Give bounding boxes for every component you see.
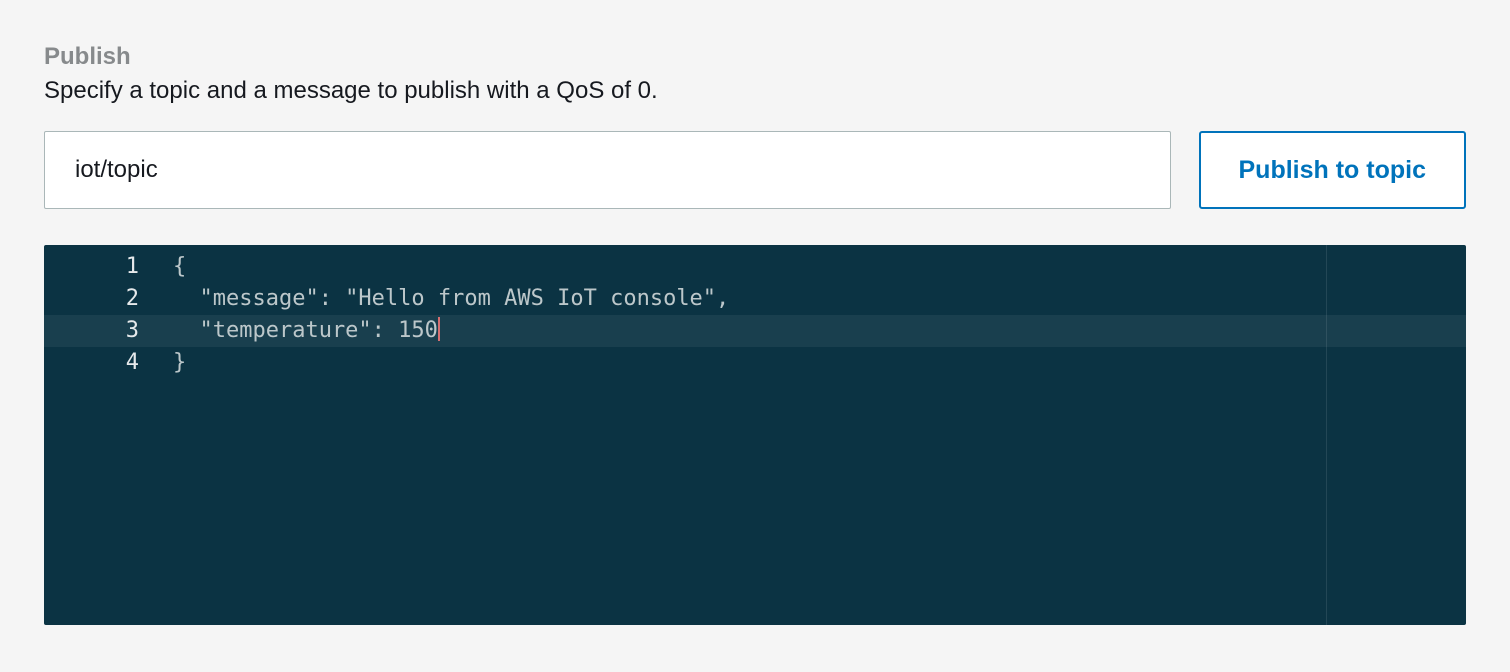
line-number: 1 <box>44 251 157 283</box>
line-number: 3 <box>44 315 157 347</box>
code-content[interactable]: { <box>157 251 186 283</box>
code-content[interactable]: "message": "Hello from AWS IoT console", <box>157 283 729 315</box>
topic-input[interactable] <box>44 131 1171 209</box>
publish-panel: Publish Specify a topic and a message to… <box>0 0 1510 665</box>
code-line: 1 { <box>44 245 1466 283</box>
line-number: 2 <box>44 283 157 315</box>
line-number: 4 <box>44 347 157 379</box>
message-payload-editor[interactable]: 1 { 2 "message": "Hello from AWS IoT con… <box>44 245 1466 625</box>
code-content[interactable]: "temperature": 150 <box>157 315 440 347</box>
publish-heading: Publish <box>44 43 1466 71</box>
publish-description: Specify a topic and a message to publish… <box>44 77 1466 105</box>
code-content[interactable]: } <box>157 347 186 379</box>
publish-to-topic-button[interactable]: Publish to topic <box>1199 131 1467 209</box>
editor-cursor <box>438 317 440 341</box>
code-line: 2 "message": "Hello from AWS IoT console… <box>44 283 1466 315</box>
code-line: 4 } <box>44 347 1466 379</box>
publish-input-row: Publish to topic <box>44 131 1466 209</box>
code-line: 3 "temperature": 150 <box>44 315 1466 347</box>
